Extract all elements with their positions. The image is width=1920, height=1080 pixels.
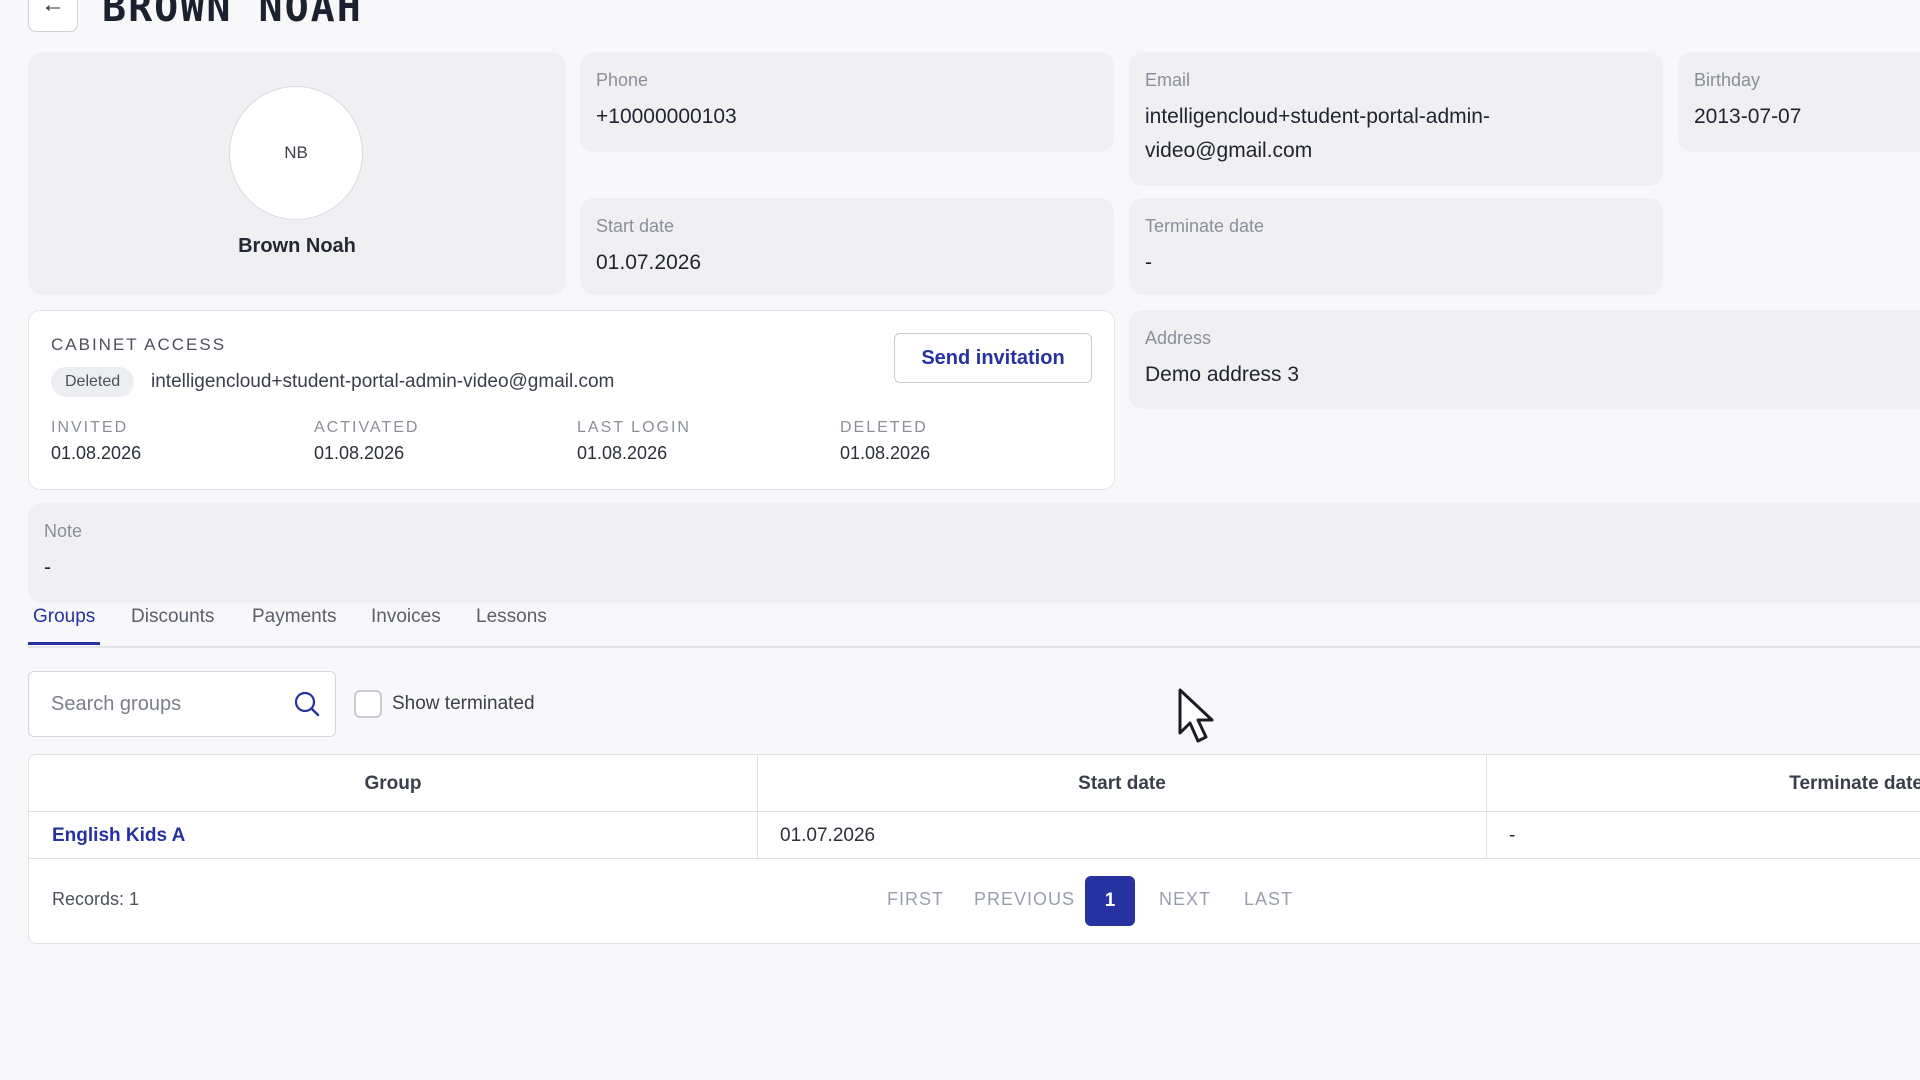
column-header-start-date[interactable]: Start date (758, 755, 1486, 812)
records-count: Records: 1 (52, 889, 140, 909)
start-date-label: Start date (596, 216, 675, 236)
cabinet-email: intelligencloud+student-portal-admin-vid… (151, 371, 615, 392)
note-card: Note - (28, 503, 1920, 603)
start-date-value: 01.07.2026 (596, 251, 702, 274)
arrow-left-icon: ← (41, 0, 65, 18)
back-button[interactable]: ← (28, 0, 78, 32)
table-cell-start-date: 01.07.2026 (758, 812, 1486, 859)
last-login-label: LAST LOGIN (577, 419, 691, 436)
birthday-card: Birthday 2013-07-07 (1678, 52, 1920, 152)
column-header-group[interactable]: Group (29, 755, 757, 812)
terminate-date-label: Terminate date (1145, 216, 1265, 236)
tab-lessons[interactable]: Lessons (471, 606, 552, 642)
birthday-label: Birthday (1694, 70, 1761, 90)
show-terminated-checkbox[interactable] (354, 690, 382, 718)
pagination-last[interactable]: LAST (1244, 889, 1293, 910)
table-cell-terminate-date: - (1487, 812, 1920, 859)
deleted-value: 01.08.2026 (840, 443, 931, 463)
address-value: Demo address 3 (1145, 363, 1300, 386)
invited-value: 01.08.2026 (51, 443, 142, 463)
tab-payments[interactable]: Payments (247, 606, 341, 642)
search-box (28, 671, 336, 737)
phone-card: Phone +10000000103 (580, 52, 1114, 152)
invited-label: INVITED (51, 419, 129, 436)
profile-card: NB Brown Noah (28, 52, 566, 295)
avatar-initials: NB (284, 143, 308, 162)
phone-label: Phone (596, 70, 649, 90)
tab-bar: Groups Discounts Payments Invoices Lesso… (28, 600, 1920, 648)
email-value: intelligencloud+student-portal-admin- vi… (1145, 100, 1490, 168)
note-value: - (44, 556, 51, 579)
activated-label: ACTIVATED (314, 419, 420, 436)
start-date-card: Start date 01.07.2026 (580, 198, 1114, 295)
birthday-value: 2013-07-07 (1694, 105, 1802, 128)
note-label: Note (44, 521, 83, 541)
pagination-previous[interactable]: PREVIOUS (974, 889, 1075, 910)
pagination-first[interactable]: FIRST (887, 889, 944, 910)
phone-value: +10000000103 (596, 105, 737, 128)
search-input[interactable] (51, 672, 291, 736)
address-card: Address Demo address 3 (1129, 310, 1920, 409)
address-label: Address (1145, 328, 1212, 348)
table-row: English Kids A (29, 812, 757, 859)
group-link[interactable]: English Kids A (52, 825, 185, 846)
tab-discounts[interactable]: Discounts (126, 606, 219, 642)
cabinet-access-title: CABINET ACCESS (51, 335, 227, 354)
profile-name: Brown Noah (238, 235, 356, 257)
email-label: Email (1145, 70, 1191, 90)
terminate-date-card: Terminate date - (1129, 198, 1663, 295)
tab-invoices[interactable]: Invoices (366, 606, 446, 642)
groups-table: Group Start date Terminate date English … (28, 754, 1920, 944)
cabinet-access-card: CABINET ACCESS Deleted intelligencloud+s… (28, 310, 1115, 490)
send-invitation-button[interactable]: Send invitation (894, 333, 1092, 383)
search-icon[interactable] (293, 690, 321, 718)
column-header-terminate-date[interactable]: Terminate date (1487, 755, 1920, 812)
tab-groups[interactable]: Groups (28, 606, 101, 645)
status-badge: Deleted (51, 367, 135, 397)
last-login-value: 01.08.2026 (577, 443, 668, 463)
show-terminated-label: Show terminated (392, 693, 535, 714)
activated-value: 01.08.2026 (314, 443, 405, 463)
email-card: Email intelligencloud+student-portal-adm… (1129, 52, 1663, 186)
pagination-next[interactable]: NEXT (1159, 889, 1211, 910)
avatar: NB (229, 86, 363, 220)
email-value-line2: video@gmail.com (1145, 139, 1313, 162)
deleted-label: DELETED (840, 419, 928, 436)
page-title: BROWN NOAH (102, 0, 363, 31)
mouse-pointer-icon (1178, 688, 1214, 743)
pagination-current-page[interactable]: 1 (1085, 876, 1135, 926)
terminate-date-value: - (1145, 251, 1152, 274)
email-value-line1: intelligencloud+student-portal-admin- (1145, 105, 1490, 128)
